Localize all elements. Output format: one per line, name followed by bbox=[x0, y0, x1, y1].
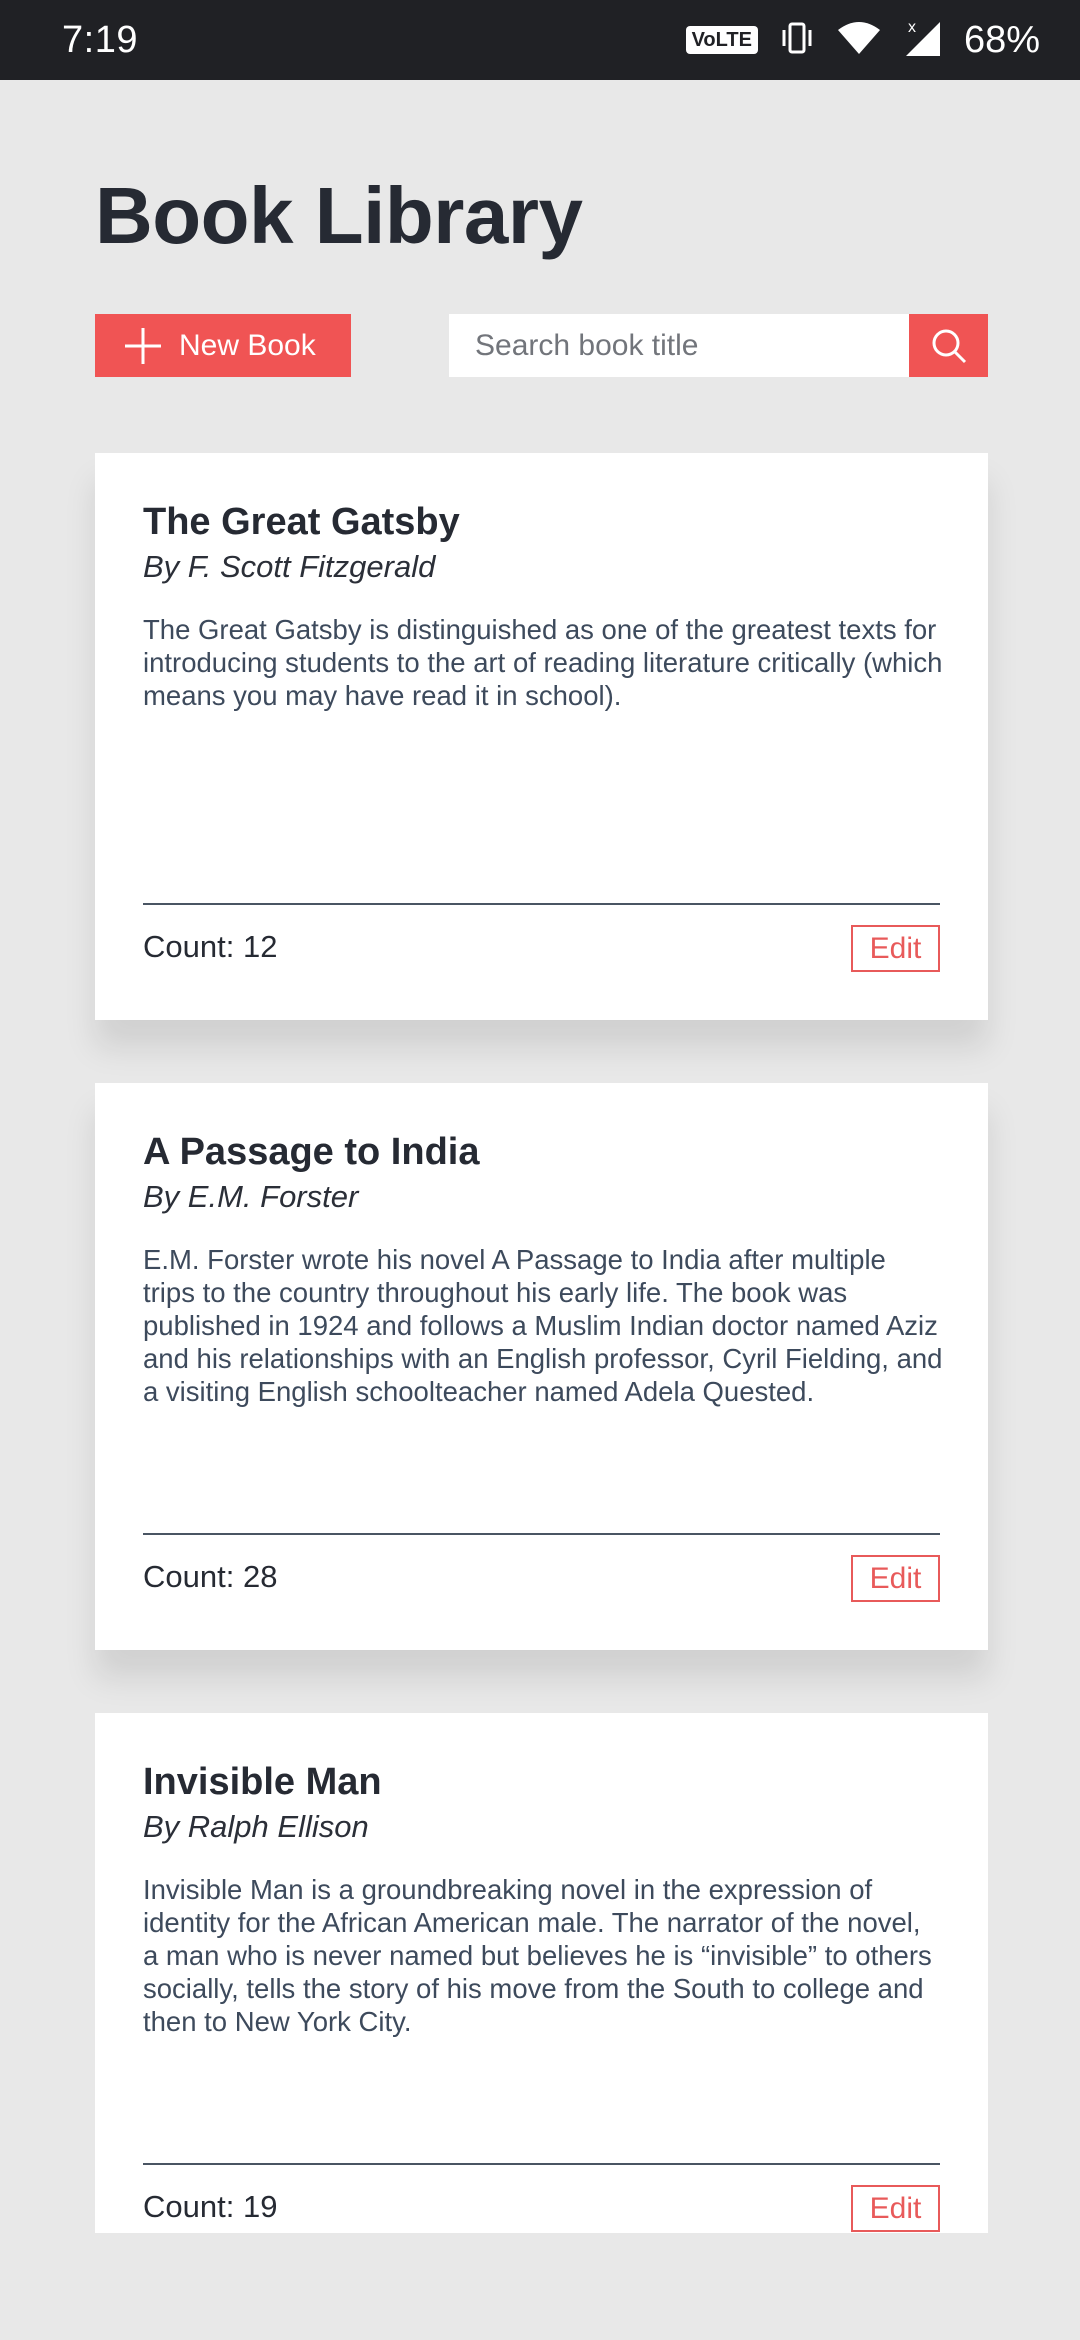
book-count: Count: 19 bbox=[143, 2189, 278, 2224]
book-author: By Ralph Ellison bbox=[143, 1809, 369, 1844]
book-card: A Passage to India By E.M. Forster E.M. … bbox=[95, 1083, 988, 1650]
search-button[interactable] bbox=[909, 314, 988, 377]
edit-button[interactable]: Edit bbox=[851, 925, 940, 972]
wifi-icon bbox=[836, 20, 882, 61]
book-description: Invisible Man is a groundbreaking novel … bbox=[143, 1874, 932, 2037]
battery-percent: 68% bbox=[963, 18, 1040, 61]
page-title: Book Library bbox=[95, 171, 583, 260]
svg-text:x: x bbox=[908, 19, 916, 36]
new-book-button[interactable]: New Book bbox=[95, 314, 351, 377]
book-description: E.M. Forster wrote his novel A Passage t… bbox=[143, 1244, 943, 1407]
card-divider bbox=[143, 903, 940, 905]
new-book-label: New Book bbox=[179, 328, 316, 362]
card-divider bbox=[143, 1533, 940, 1535]
status-icons: VoLTE x 68% bbox=[685, 18, 1040, 63]
plus-icon bbox=[125, 327, 161, 364]
search-input[interactable] bbox=[449, 314, 909, 377]
cell-signal-icon: x bbox=[904, 18, 942, 63]
search-icon bbox=[932, 329, 966, 363]
book-card: The Great Gatsby By F. Scott Fitzgerald … bbox=[95, 453, 988, 1020]
book-title: Invisible Man bbox=[143, 1761, 382, 1803]
book-author: By E.M. Forster bbox=[143, 1179, 359, 1214]
edit-button[interactable]: Edit bbox=[851, 2185, 940, 2232]
vibrate-icon bbox=[780, 20, 814, 61]
volte-badge: VoLTE bbox=[685, 26, 758, 54]
card-divider bbox=[143, 2163, 940, 2165]
book-count: Count: 28 bbox=[143, 1559, 278, 1594]
status-bar: 7:19 VoLTE x 68% bbox=[0, 0, 1080, 80]
book-description: The Great Gatsby is distinguished as one… bbox=[143, 614, 943, 711]
book-author: By F. Scott Fitzgerald bbox=[143, 549, 436, 584]
book-count: Count: 12 bbox=[143, 929, 278, 964]
book-title: The Great Gatsby bbox=[143, 501, 460, 543]
status-time: 7:19 bbox=[62, 18, 138, 61]
edit-button[interactable]: Edit bbox=[851, 1555, 940, 1602]
book-title: A Passage to India bbox=[143, 1131, 480, 1173]
book-card: Invisible Man By Ralph Ellison Invisible… bbox=[95, 1713, 988, 2233]
